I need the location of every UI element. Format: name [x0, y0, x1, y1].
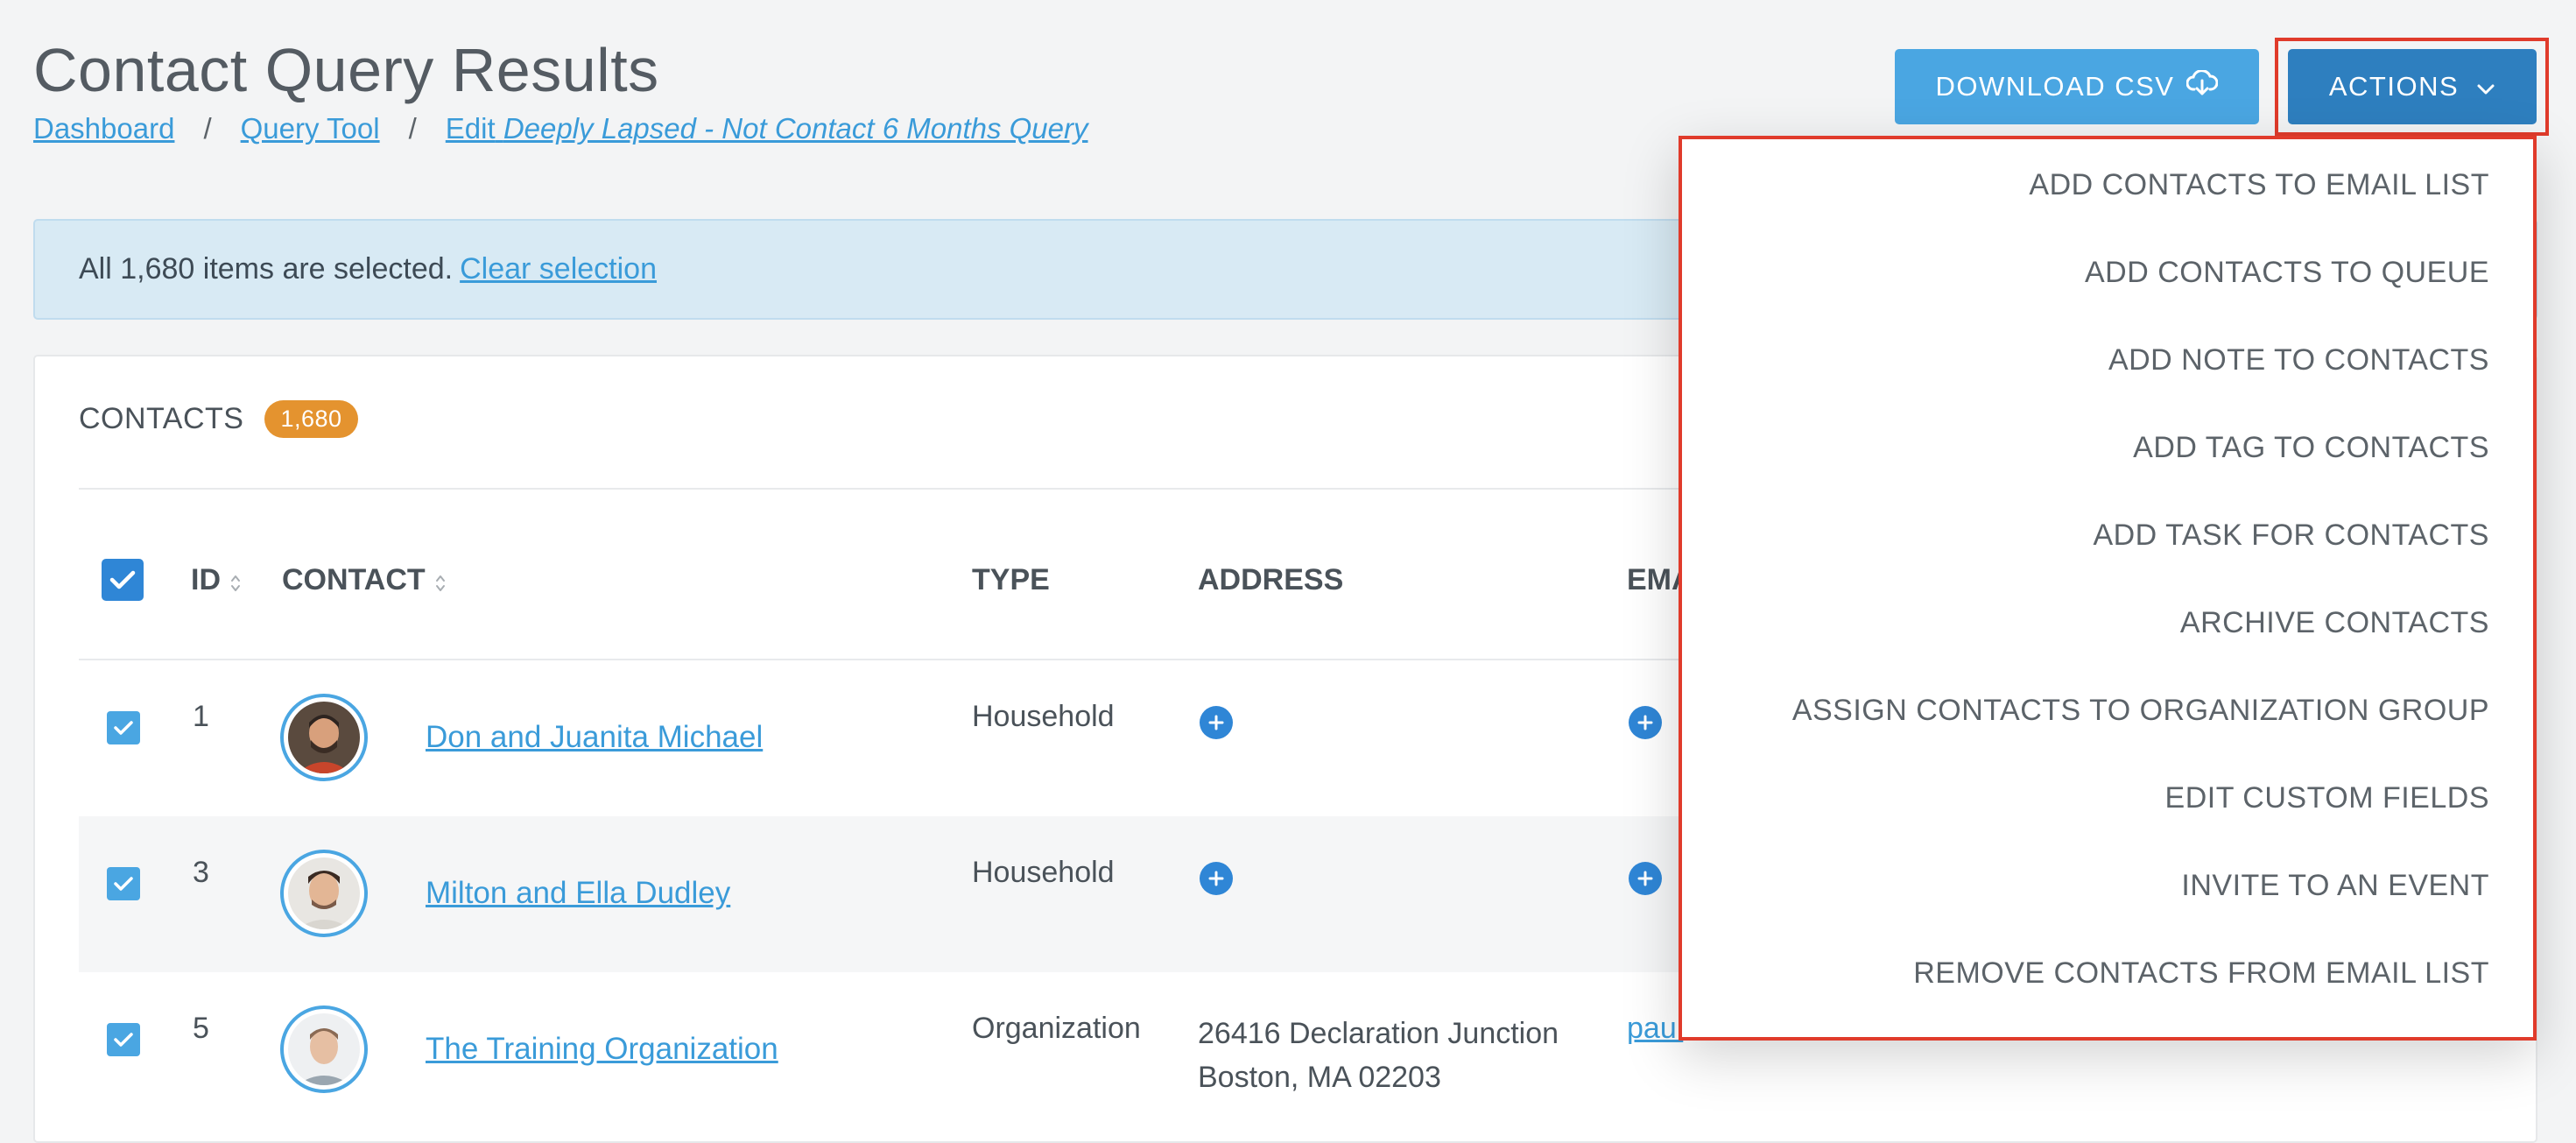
- row-id: 3: [193, 856, 209, 889]
- menu-item-assign-contacts-to-organization-group[interactable]: ASSIGN CONTACTS TO ORGANIZATION GROUP: [1792, 694, 2489, 728]
- contact-name-link[interactable]: Milton and Ella Dudley: [426, 876, 730, 911]
- menu-item-add-task-for-contacts[interactable]: ADD TASK FOR CONTACTS: [2093, 519, 2489, 553]
- selection-message: All 1,680 items are selected.: [79, 252, 454, 286]
- column-id-label: ID: [191, 562, 221, 596]
- row-type: Household: [972, 856, 1115, 889]
- row-checkbox[interactable]: [107, 867, 140, 900]
- checkmark-icon: [107, 711, 140, 744]
- page-title: Contact Query Results: [33, 36, 659, 104]
- row-type: Organization: [972, 1012, 1141, 1045]
- breadcrumb-query-name: Deeply Lapsed - Not Contact 6 Months Que…: [503, 112, 1088, 145]
- plus-circle-icon[interactable]: [1200, 706, 1233, 739]
- avatar: [280, 1005, 368, 1093]
- breadcrumb-edit-query-link[interactable]: Edit Deeply Lapsed - Not Contact 6 Month…: [446, 112, 1088, 145]
- menu-item-invite-to-an-event[interactable]: INVITE TO AN EVENT: [2181, 869, 2489, 903]
- download-csv-label: DOWNLOAD CSV: [1935, 71, 2175, 102]
- menu-item-archive-contacts[interactable]: ARCHIVE CONTACTS: [2180, 606, 2489, 640]
- avatar: [280, 694, 368, 781]
- menu-item-edit-custom-fields[interactable]: EDIT CUSTOM FIELDS: [2165, 781, 2489, 815]
- breadcrumb-query-tool-link[interactable]: Query Tool: [241, 112, 380, 145]
- clear-selection-link[interactable]: Clear selection: [460, 252, 657, 286]
- plus-circle-icon[interactable]: [1200, 862, 1233, 895]
- download-csv-button[interactable]: DOWNLOAD CSV: [1895, 49, 2259, 124]
- sort-icon: [434, 568, 447, 591]
- cloud-download-icon: [2185, 69, 2219, 103]
- menu-item-add-contacts-to-queue[interactable]: ADD CONTACTS TO QUEUE: [2085, 256, 2489, 290]
- column-header-type: TYPE: [972, 562, 1050, 596]
- plus-circle-icon[interactable]: [1629, 706, 1662, 739]
- checkmark-icon: [107, 867, 140, 900]
- column-header-contact[interactable]: CONTACT: [282, 545, 447, 615]
- column-contact-label: CONTACT: [282, 562, 426, 596]
- actions-button[interactable]: ACTIONS: [2288, 49, 2537, 124]
- contacts-count-badge: 1,680: [264, 400, 358, 438]
- contact-name-link[interactable]: The Training Organization: [426, 1032, 778, 1067]
- row-address: 26416 Declaration Junction Boston, MA 02…: [1198, 1012, 1559, 1099]
- breadcrumb: Dashboard / Query Tool / Edit Deeply Lap…: [33, 112, 1088, 145]
- row-checkbox[interactable]: [107, 1023, 140, 1056]
- checkmark-icon: [107, 1023, 140, 1056]
- avatar: [280, 850, 368, 937]
- breadcrumb-dashboard-link[interactable]: Dashboard: [33, 112, 174, 145]
- row-checkbox[interactable]: [107, 711, 140, 744]
- sort-icon: [229, 568, 242, 591]
- menu-item-add-note-to-contacts[interactable]: ADD NOTE TO CONTACTS: [2108, 343, 2489, 377]
- contacts-panel-title: CONTACTS: [79, 402, 244, 435]
- breadcrumb-edit-prefix: Edit: [445, 112, 496, 145]
- row-type: Household: [972, 700, 1115, 733]
- checkmark-icon: [102, 559, 144, 601]
- row-id: 5: [193, 1012, 209, 1045]
- menu-item-add-contacts-to-email-list[interactable]: ADD CONTACTS TO EMAIL LIST: [2029, 168, 2489, 202]
- row-address-line2: Boston, MA 02203: [1198, 1061, 1441, 1094]
- contacts-panel-header: CONTACTS 1,680: [79, 400, 358, 438]
- column-header-address: ADDRESS: [1198, 562, 1344, 596]
- menu-item-add-tag-to-contacts[interactable]: ADD TAG TO CONTACTS: [2133, 431, 2489, 465]
- row-address-line1: 26416 Declaration Junction: [1198, 1017, 1559, 1050]
- column-header-id[interactable]: ID: [191, 545, 242, 615]
- contact-name-link[interactable]: Don and Juanita Michael: [426, 720, 763, 755]
- select-all-checkbox[interactable]: [102, 545, 144, 615]
- row-id: 1: [193, 700, 209, 733]
- chevron-down-icon: [2476, 71, 2495, 102]
- actions-label: ACTIONS: [2328, 71, 2460, 102]
- actions-menu: ADD CONTACTS TO EMAIL LIST ADD CONTACTS …: [1679, 136, 2537, 1041]
- menu-item-remove-contacts-from-email-list[interactable]: REMOVE CONTACTS FROM EMAIL LIST: [1913, 956, 2489, 991]
- row-email-link[interactable]: paul: [1627, 1012, 1683, 1046]
- breadcrumb-separator: /: [203, 112, 212, 145]
- breadcrumb-separator: /: [408, 112, 417, 145]
- plus-circle-icon[interactable]: [1629, 862, 1662, 895]
